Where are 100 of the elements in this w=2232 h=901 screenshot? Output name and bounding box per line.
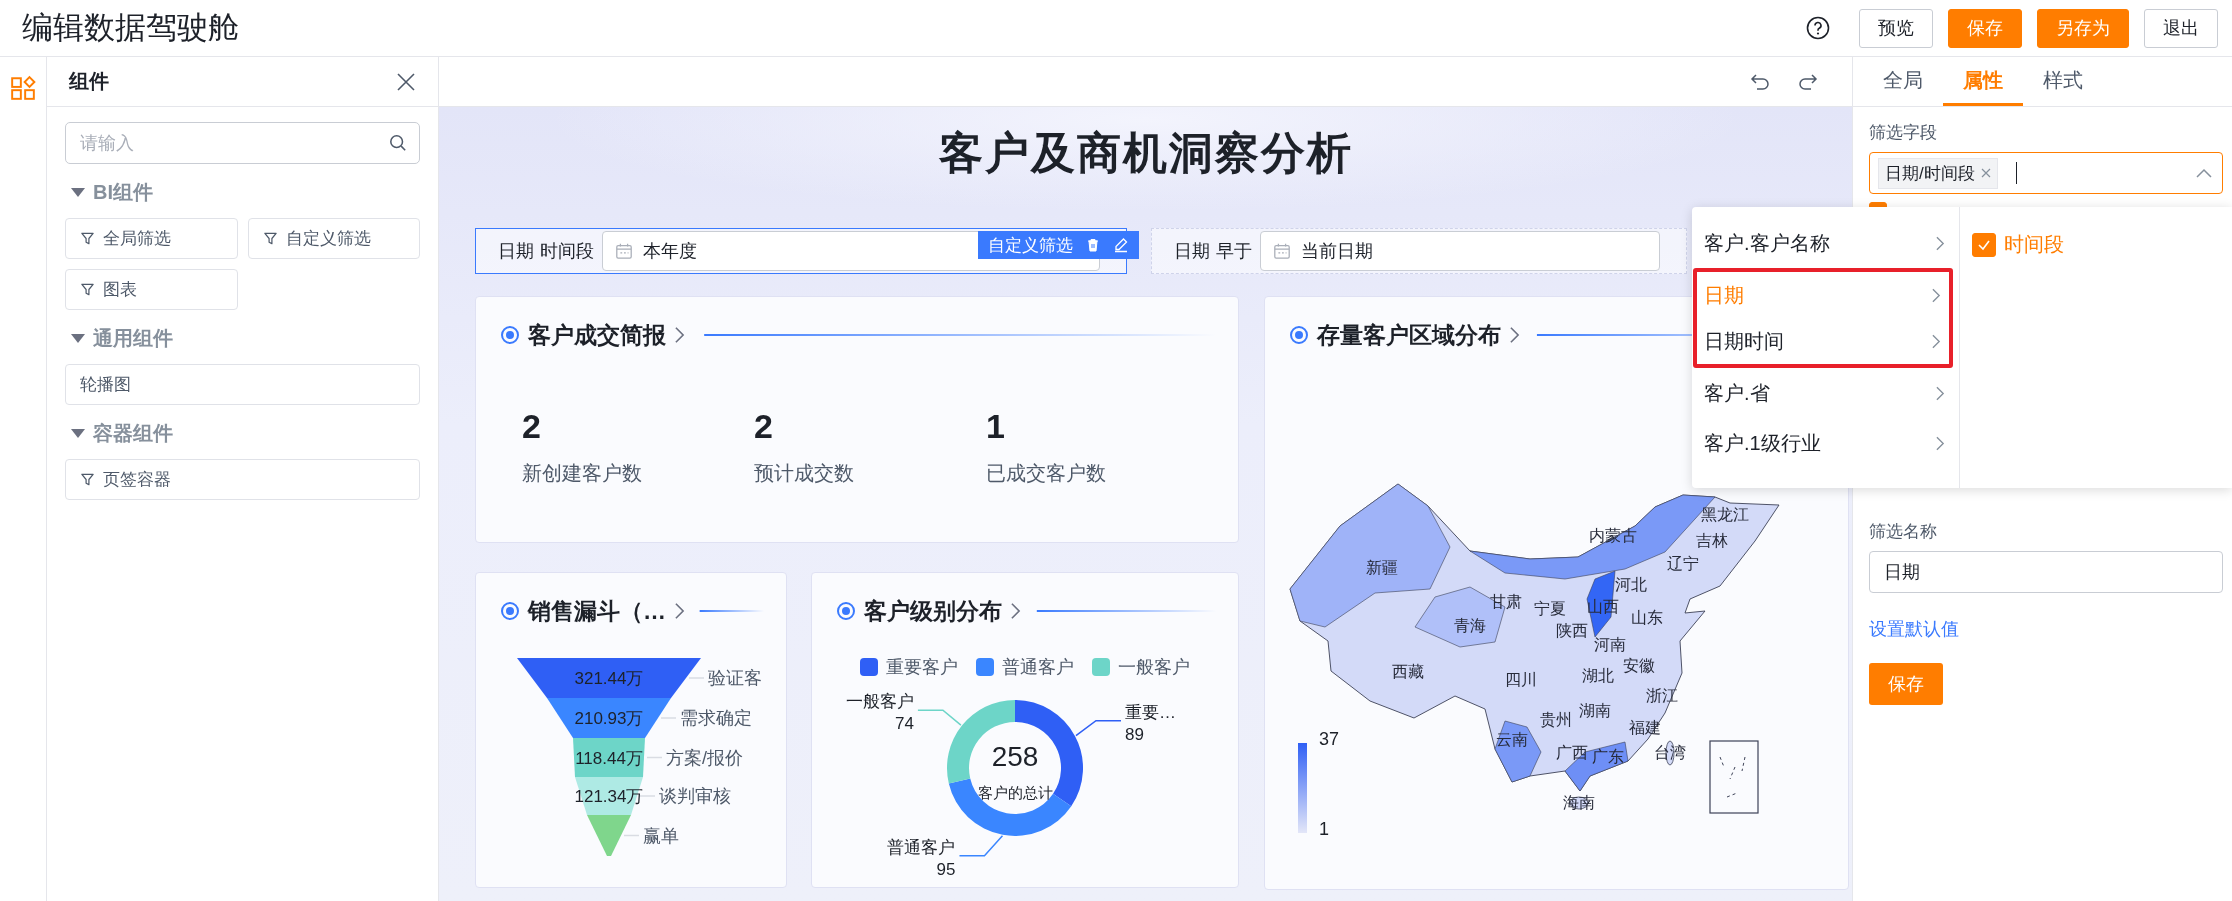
field-label: 筛选字段 bbox=[1869, 122, 1937, 144]
calendar-icon bbox=[615, 242, 633, 260]
region-label: 贵州 bbox=[1540, 709, 1572, 730]
chevron-right-icon bbox=[1932, 287, 1941, 303]
filter-label: 日期 bbox=[1174, 240, 1210, 263]
stat-label: 预计成交数 bbox=[754, 461, 855, 486]
component-item[interactable]: 图表 bbox=[65, 269, 238, 310]
slice-value: 74 bbox=[895, 714, 914, 734]
trash-icon[interactable] bbox=[1085, 237, 1101, 253]
card-title: 客户级别分布 bbox=[864, 596, 1002, 626]
component-item[interactable]: 自定义筛选 bbox=[247, 218, 420, 259]
region-label: 安徽 bbox=[1623, 655, 1655, 676]
chevron-right-icon bbox=[1936, 385, 1945, 401]
legend-max: 37 bbox=[1319, 729, 1340, 750]
chevron-right-icon[interactable] bbox=[1509, 326, 1520, 344]
stage-value: 118.44万 bbox=[575, 748, 643, 768]
total-value: 258 bbox=[991, 741, 1039, 772]
close-icon[interactable] bbox=[1980, 168, 1991, 178]
slice-value: 95 bbox=[936, 859, 956, 879]
filter-operator: 早于 bbox=[1216, 240, 1252, 263]
stat-value: 2 bbox=[754, 407, 774, 446]
chevron-right-icon[interactable] bbox=[674, 326, 685, 344]
stage-label: 谈判审核 bbox=[659, 786, 731, 806]
field-option[interactable]: 日期时间 bbox=[1697, 318, 1949, 364]
region-label: 新疆 bbox=[1366, 557, 1398, 578]
help-icon[interactable] bbox=[1806, 16, 1830, 40]
slice-label: 一般客户 bbox=[845, 692, 914, 712]
components-icon[interactable] bbox=[10, 75, 36, 101]
chevron-right-icon bbox=[1936, 435, 1945, 451]
panel-tab[interactable]: 全局 bbox=[1863, 57, 1943, 106]
field-option[interactable]: 客户.1级行业 bbox=[1692, 418, 1953, 468]
stat-value: 1 bbox=[986, 407, 1006, 446]
caret-icon[interactable] bbox=[71, 333, 85, 343]
name-input[interactable]: 日期 bbox=[1869, 551, 2223, 593]
filter-control[interactable]: 日期 早于 当前日期 bbox=[1151, 228, 1687, 274]
region-label: 河北 bbox=[1615, 574, 1647, 595]
header-button[interactable]: 预览 bbox=[1859, 8, 1933, 48]
region-label: 山东 bbox=[1631, 607, 1663, 628]
filter-icon bbox=[80, 231, 95, 246]
region-label: 黑龙江 bbox=[1701, 504, 1749, 525]
stat-label: 已成交客户数 bbox=[986, 461, 1107, 486]
region-label: 广西 bbox=[1556, 742, 1588, 763]
field-option[interactable]: 客户.省 bbox=[1692, 368, 1953, 418]
target-icon bbox=[500, 325, 520, 345]
stage-label: 验证客 bbox=[708, 668, 762, 688]
stage-value: 321.44万 bbox=[574, 669, 644, 688]
filter-label: 日期 bbox=[498, 240, 534, 263]
search-icon[interactable] bbox=[389, 134, 407, 152]
card-title: 存量客户区域分布 bbox=[1317, 320, 1501, 350]
region-label: 吉林 bbox=[1696, 530, 1728, 551]
default-value-link[interactable]: 设置默认值 bbox=[1869, 617, 1959, 641]
filter-icon bbox=[80, 472, 95, 487]
panel-title: 组件 bbox=[69, 69, 109, 94]
region-label: 宁夏 bbox=[1534, 598, 1566, 619]
chevron-up-icon[interactable] bbox=[2196, 168, 2212, 178]
legend-label: 重要客户 bbox=[886, 656, 958, 679]
region-label: 湖南 bbox=[1579, 700, 1611, 721]
edit-icon[interactable] bbox=[1113, 237, 1129, 253]
field-option[interactable]: 客户.客户名称 bbox=[1692, 218, 1953, 268]
component-item[interactable]: 页签容器 bbox=[65, 459, 420, 500]
chevron-right-icon bbox=[1936, 235, 1945, 251]
stage-label: 需求确定 bbox=[680, 708, 752, 728]
card-title: 销售漏斗（… bbox=[528, 596, 666, 626]
filter-icon bbox=[80, 282, 95, 297]
dashboard-title: 客户及商机洞察分析 bbox=[938, 127, 1353, 179]
slice-label: 重要… bbox=[1125, 702, 1176, 722]
field-tag: 日期/时间段 bbox=[1878, 157, 1998, 189]
stage-label: 方案/报价 bbox=[666, 747, 743, 768]
stage-value: 121.34万 bbox=[574, 787, 644, 806]
header-button[interactable]: 退出 bbox=[2144, 8, 2218, 48]
legend-label: 普通客户 bbox=[1002, 656, 1074, 679]
field-select[interactable]: 日期/时间段 bbox=[1869, 152, 2223, 194]
region-label: 广东 bbox=[1592, 746, 1624, 767]
region-label: 浙江 bbox=[1646, 685, 1678, 706]
date-field[interactable]: 当前日期 bbox=[1260, 231, 1660, 271]
legend-min: 1 bbox=[1319, 819, 1329, 840]
search-field[interactable]: 请输入 bbox=[65, 122, 420, 164]
region-label: 辽宁 bbox=[1667, 553, 1699, 574]
region-label: 四川 bbox=[1505, 669, 1537, 690]
region-label: 西藏 bbox=[1392, 661, 1424, 682]
slice-value: 89 bbox=[1125, 724, 1144, 744]
field-label: 筛选名称 bbox=[1869, 521, 1937, 543]
component-item[interactable]: 全局筛选 bbox=[65, 218, 238, 259]
panel-tab[interactable]: 样式 bbox=[2023, 57, 2103, 106]
calendar-icon bbox=[1273, 242, 1291, 260]
region-label: 陕西 bbox=[1556, 620, 1588, 641]
search-input[interactable]: 请输入 bbox=[78, 131, 389, 155]
component-item[interactable]: 轮播图 bbox=[65, 364, 420, 405]
checkbox[interactable] bbox=[1972, 232, 1996, 257]
region-label: 福建 bbox=[1629, 717, 1661, 738]
filter-icon bbox=[262, 231, 278, 246]
caret-icon[interactable] bbox=[71, 428, 85, 438]
card-title: 客户成交简报 bbox=[528, 320, 666, 350]
text-cursor bbox=[2015, 162, 2018, 184]
chevron-right-icon[interactable] bbox=[674, 602, 685, 620]
close-icon[interactable] bbox=[396, 71, 416, 92]
caret-icon[interactable] bbox=[71, 187, 85, 197]
page-title: 编辑数据驾驶舱 bbox=[22, 9, 239, 47]
chevron-right-icon[interactable] bbox=[1010, 602, 1021, 620]
filter-type-label: 自定义筛选 bbox=[988, 234, 1073, 257]
